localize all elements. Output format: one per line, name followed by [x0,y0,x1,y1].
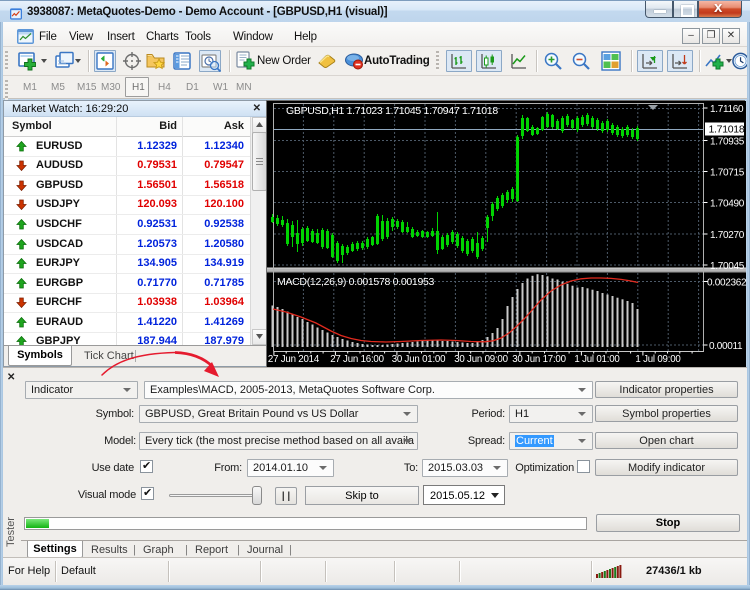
svg-text:1.70045: 1.70045 [710,261,745,272]
svg-text:30 Jun 01:00: 30 Jun 01:00 [392,354,446,365]
svg-text:1 Jul 09:00: 1 Jul 09:00 [635,354,681,365]
svg-text:27 Jun 2014: 27 Jun 2014 [268,354,320,365]
svg-text:27 Jun 16:00: 27 Jun 16:00 [330,354,384,365]
svg-text:1.70935: 1.70935 [710,137,745,148]
svg-text:1.70270: 1.70270 [710,230,745,241]
svg-text:1.70715: 1.70715 [710,168,745,179]
svg-text:1 Jul 01:00: 1 Jul 01:00 [574,354,620,365]
svg-text:1.71160: 1.71160 [710,104,744,115]
svg-text:GBPUSD,H1 1.71023 1.71045 1.70: GBPUSD,H1 1.71023 1.71045 1.70947 1.7101… [286,105,498,117]
svg-text:0.00011: 0.00011 [709,341,743,352]
svg-text:1.71018: 1.71018 [709,124,745,136]
svg-text:1.70490: 1.70490 [710,199,745,210]
svg-text:30 Jun 17:00: 30 Jun 17:00 [512,354,566,365]
svg-text:MACD(12,26,9) 0.001578 0.00195: MACD(12,26,9) 0.001578 0.001953 [277,276,435,288]
svg-text:30 Jun 09:00: 30 Jun 09:00 [454,354,508,365]
svg-text:0.002362: 0.002362 [707,278,746,289]
